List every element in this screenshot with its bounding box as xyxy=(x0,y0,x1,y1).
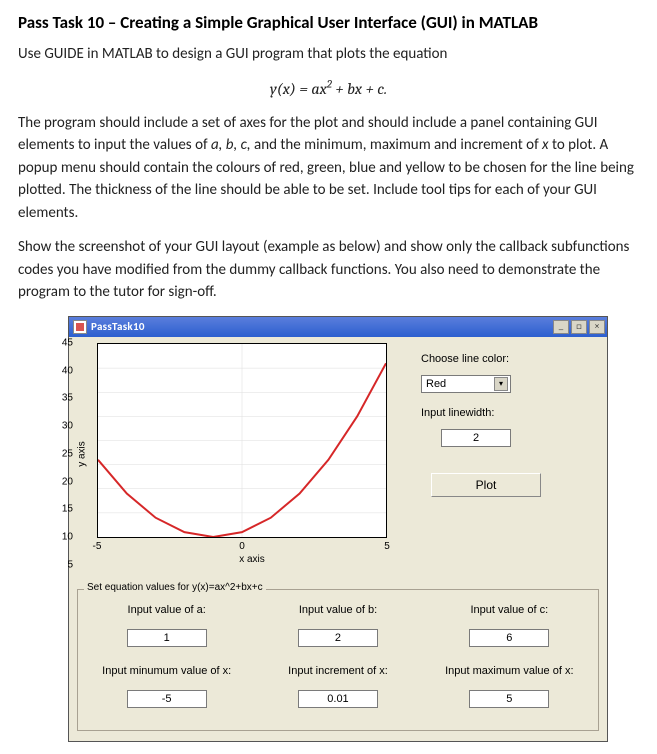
requirements-paragraph: The program should include a set of axes… xyxy=(18,112,639,225)
a-label: Input value of a: xyxy=(90,604,243,617)
chevron-down-icon: ▾ xyxy=(494,377,508,391)
equation-values-panel: Set equation values for y(x)=ax^2+bx+c I… xyxy=(77,589,599,731)
x-axis-label: x axis xyxy=(97,554,407,565)
window-titlebar: PassTask10 _ □ × xyxy=(69,317,607,337)
gui-window: PassTask10 _ □ × y axis xyxy=(68,316,608,742)
minimize-button[interactable]: _ xyxy=(553,320,569,334)
maximize-button[interactable]: □ xyxy=(571,320,587,334)
window-title: PassTask10 xyxy=(91,320,553,333)
app-icon xyxy=(73,320,87,334)
y-ticks: 45 40 35 30 25 20 15 10 5 xyxy=(75,343,97,565)
plot-button[interactable]: Plot xyxy=(431,473,541,497)
deliverables-paragraph: Show the screenshot of your GUI layout (… xyxy=(18,236,639,304)
panel-title: Set equation values for y(x)=ax^2+bx+c xyxy=(84,582,266,593)
color-label: Choose line color: xyxy=(421,353,599,365)
color-dropdown[interactable]: Red ▾ xyxy=(421,375,511,393)
xmax-input[interactable]: 5 xyxy=(469,690,549,708)
task-heading: Pass Task 10 – Creating a Simple Graphic… xyxy=(18,12,639,33)
intro-paragraph: Use GUIDE in MATLAB to design a GUI prog… xyxy=(18,43,639,66)
xinc-input[interactable]: 0.01 xyxy=(298,690,378,708)
plot-area: y axis xyxy=(77,343,407,565)
c-label: Input value of c: xyxy=(433,604,586,617)
linewidth-input[interactable]: 2 xyxy=(441,429,511,447)
close-button[interactable]: × xyxy=(589,320,605,334)
xmin-label: Input minumum value of x: xyxy=(90,665,243,678)
b-label: Input value of b: xyxy=(261,604,414,617)
c-input[interactable]: 6 xyxy=(469,629,549,647)
a-input[interactable]: 1 xyxy=(127,629,207,647)
linewidth-label: Input linewidth: xyxy=(421,407,599,419)
plot-axes xyxy=(97,343,387,538)
equation: y(x) = ax2 + bx + c. xyxy=(18,78,639,98)
x-ticks: -5 0 5 xyxy=(97,541,407,555)
b-input[interactable]: 2 xyxy=(298,629,378,647)
color-value: Red xyxy=(426,378,494,390)
xmin-input[interactable]: -5 xyxy=(127,690,207,708)
plot-svg xyxy=(98,344,386,537)
xinc-label: Input increment of x: xyxy=(261,665,414,678)
xmax-label: Input maximum value of x: xyxy=(433,665,586,678)
